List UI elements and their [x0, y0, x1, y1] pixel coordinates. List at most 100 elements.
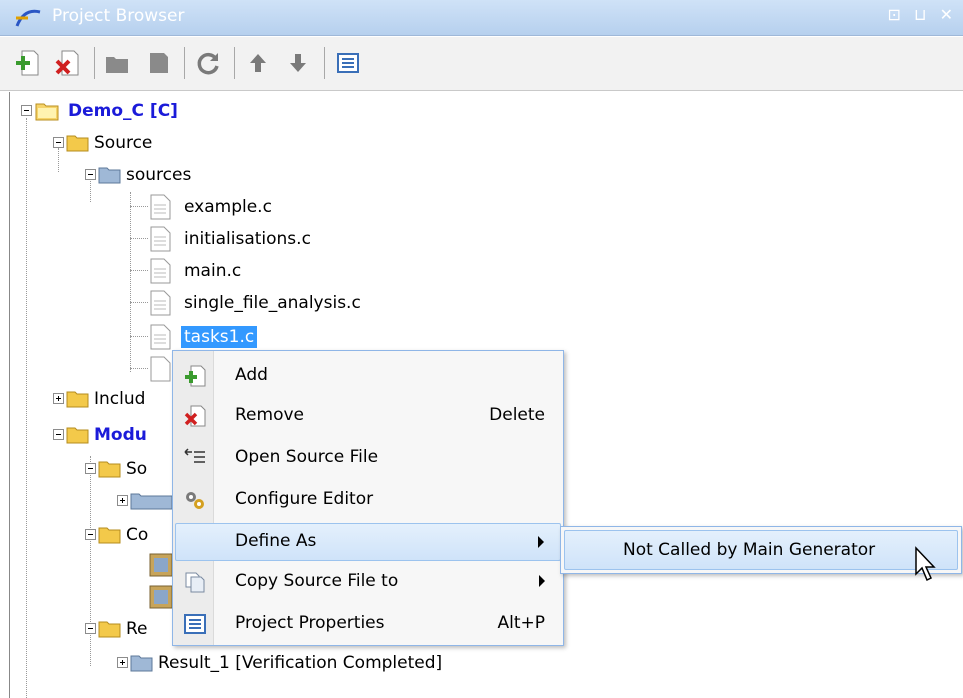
collapse-toggle[interactable]: [53, 137, 64, 148]
collapse-toggle[interactable]: [85, 623, 96, 634]
menu-item-remove[interactable]: Remove Delete: [175, 397, 561, 435]
properties-icon[interactable]: [334, 49, 362, 77]
remove-icon: [184, 405, 206, 427]
open-source-icon: [184, 448, 205, 463]
tree-node-file[interactable]: initialisations.c: [10, 224, 410, 254]
tree-node-root[interactable]: Demo_C [C]: [10, 96, 310, 126]
refresh-icon[interactable]: [194, 49, 222, 77]
c-file-icon: [150, 194, 171, 220]
menu-item-project-properties[interactable]: Project Properties Alt+P: [175, 605, 561, 643]
submenu-arrow-icon: [538, 536, 544, 548]
tree-node-file[interactable]: [10, 354, 171, 384]
menu-item-add[interactable]: Add: [175, 357, 561, 395]
tree-node-file[interactable]: single_file_analysis.c: [10, 288, 410, 318]
tree-node-module-sources[interactable]: [10, 486, 180, 516]
menu-item-define-as[interactable]: Define As: [175, 523, 561, 561]
tree-node-module-config[interactable]: Co: [10, 520, 180, 550]
tree-label-module-source: So: [126, 459, 148, 479]
submenu-arrow-icon: [539, 575, 545, 587]
define-as-submenu: Not Called by Main Generator: [560, 526, 962, 574]
collapse-toggle[interactable]: [21, 105, 32, 116]
toolbar: [0, 37, 963, 91]
tree-label-modules: Modu: [94, 425, 147, 445]
add-icon: [185, 365, 206, 387]
collapse-toggle[interactable]: [85, 463, 96, 474]
folder-blue-icon: [98, 167, 121, 184]
toolbar-separator: [94, 47, 95, 79]
tree-label-module-results: Re: [126, 619, 148, 639]
c-file-icon: [150, 324, 171, 350]
context-menu: Add Remove Delete Open Source File Confi…: [172, 350, 564, 646]
c-file-icon: [150, 356, 171, 382]
tree-node-sources[interactable]: sources: [10, 160, 310, 190]
collapse-toggle[interactable]: [53, 429, 64, 440]
tree-label-file: tasks1.c: [181, 326, 258, 348]
tree-node-module-source[interactable]: So: [10, 454, 180, 484]
c-file-icon: [150, 258, 171, 284]
remove-file-icon[interactable]: [54, 49, 82, 77]
menu-item-label: Remove: [235, 405, 304, 425]
menu-item-open-source-file[interactable]: Open Source File: [175, 439, 561, 477]
tree-label-source: Source: [94, 133, 153, 153]
menu-item-configure-editor[interactable]: Configure Editor: [175, 481, 561, 519]
tree-label-result-1: Result_1 [Verification Completed]: [158, 653, 443, 673]
arrow-up-icon[interactable]: [244, 49, 272, 77]
open-folder-icon[interactable]: [104, 49, 132, 77]
title-bar: Project Browser ⊡ ⊔ ✕: [0, 0, 963, 36]
toolbar-separator: [234, 47, 235, 79]
folder-blue-icon: [130, 493, 173, 510]
menu-item-label: Project Properties: [235, 613, 385, 633]
tree-node-config-item[interactable]: [10, 552, 180, 582]
expand-toggle[interactable]: [117, 495, 128, 506]
project-folder-icon: [35, 103, 59, 121]
menu-item-label: Copy Source File to: [235, 571, 399, 591]
folder-icon: [98, 621, 121, 638]
window-controls[interactable]: ⊡ ⊔ ✕: [888, 5, 957, 24]
tree-node-module-results[interactable]: Re: [10, 614, 180, 644]
collapse-toggle[interactable]: [85, 529, 96, 540]
tree-node-config-item[interactable]: [10, 584, 180, 614]
folder-icon: [98, 461, 121, 478]
folder-blue-icon: [130, 655, 153, 672]
tree-node-result-1[interactable]: Result_1 [Verification Completed]: [10, 648, 570, 678]
tree-node-source[interactable]: Source: [10, 128, 310, 158]
mouse-cursor-icon: [915, 546, 936, 582]
tree-node-file[interactable]: main.c: [10, 256, 410, 286]
menu-item-shortcut: Delete: [489, 405, 545, 425]
expand-toggle[interactable]: [117, 657, 128, 668]
menu-item-label: Open Source File: [235, 447, 379, 467]
tree-label-root: Demo_C [C]: [68, 101, 178, 121]
window-title: Project Browser: [52, 6, 185, 26]
tree-label-file: main.c: [184, 261, 242, 281]
configuration-icon: [149, 585, 173, 609]
document-icon[interactable]: [144, 49, 172, 77]
add-file-icon[interactable]: [14, 49, 42, 77]
menu-item-shortcut: Alt+P: [497, 613, 545, 633]
arrow-down-icon[interactable]: [284, 49, 312, 77]
c-file-icon: [150, 290, 171, 316]
collapse-toggle[interactable]: [85, 169, 96, 180]
properties-icon: [184, 614, 206, 634]
tree-node-file-selected[interactable]: tasks1.c: [10, 322, 410, 352]
gears-icon: [186, 492, 204, 509]
project-browser-icon: [15, 9, 41, 27]
menu-item-label: Configure Editor: [235, 489, 374, 509]
menu-item-label: Add: [235, 365, 268, 385]
expand-toggle[interactable]: [53, 393, 64, 404]
tree-label-sources: sources: [126, 165, 192, 185]
toolbar-separator: [324, 47, 325, 79]
tree-node-file[interactable]: example.c: [10, 192, 410, 222]
configuration-icon: [149, 553, 173, 577]
tree-guide: [130, 368, 148, 369]
tree-label-file: example.c: [184, 197, 272, 217]
submenu-item-not-called[interactable]: Not Called by Main Generator: [564, 530, 958, 570]
submenu-item-label: Not Called by Main Generator: [623, 540, 876, 560]
menu-item-copy-source-file[interactable]: Copy Source File to: [175, 563, 561, 601]
menu-item-label: Define As: [235, 531, 317, 551]
folder-icon: [66, 391, 89, 408]
folder-icon: [98, 527, 121, 544]
folder-icon: [66, 427, 89, 444]
tree-label-file: single_file_analysis.c: [184, 293, 361, 313]
tree-label-includes: Includ: [94, 389, 146, 409]
c-file-icon: [150, 226, 171, 252]
